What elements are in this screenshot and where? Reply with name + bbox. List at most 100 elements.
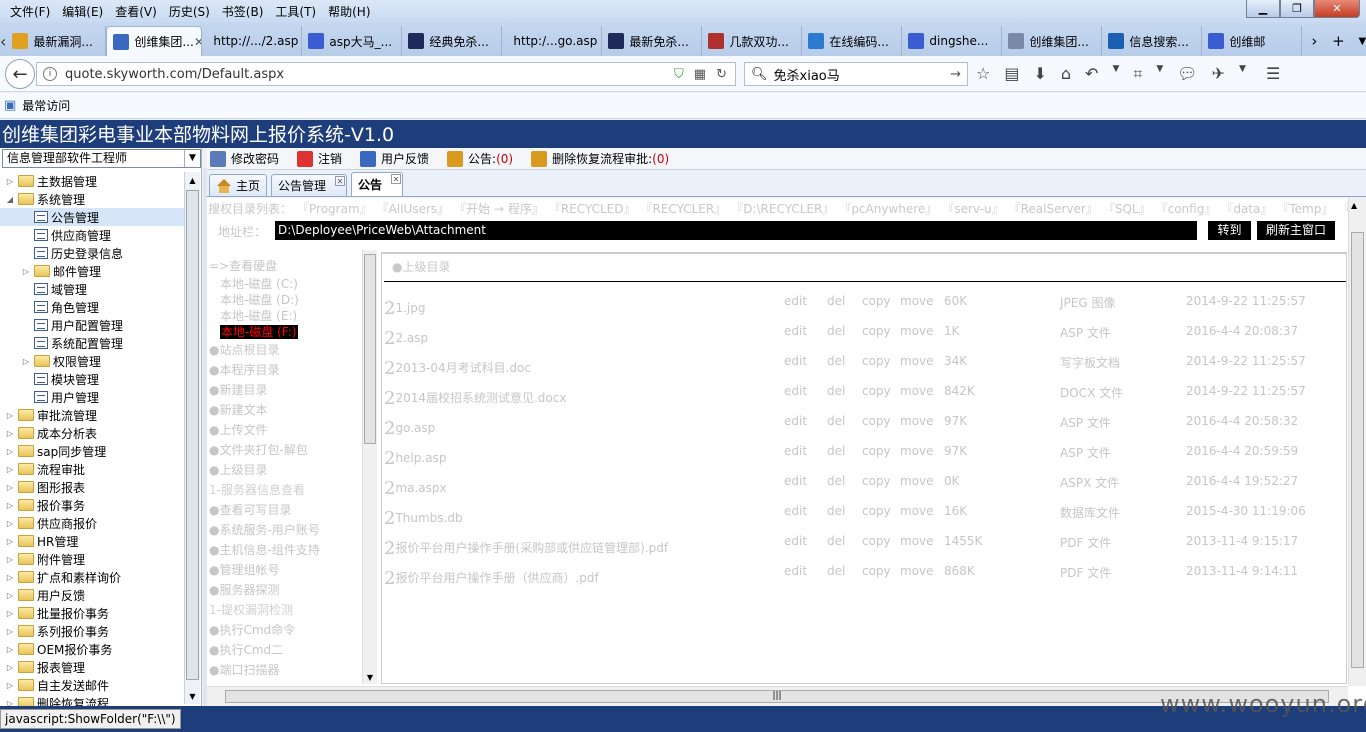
tree-node[interactable]: ▷ 报价事务 [0, 496, 184, 514]
tree-node[interactable]: ▷ HR管理 [0, 532, 184, 550]
file-name-link[interactable]: 2ma.aspx [384, 478, 447, 499]
move-link[interactable]: move [900, 564, 934, 578]
collapsed-arrow-icon[interactable]: ▷ [4, 447, 16, 456]
menu-file[interactable]: 文件(F) [4, 3, 56, 20]
collapsed-arrow-icon[interactable]: ▷ [4, 681, 16, 690]
hamburger-menu-icon[interactable]: ☰ [1266, 64, 1280, 84]
collapsed-arrow-icon[interactable]: ▷ [4, 591, 16, 600]
tree-node[interactable]: ▷ 图形报表 [0, 478, 184, 496]
tree-node[interactable]: ▷ 自主发送邮件 [0, 676, 184, 694]
browser-tab[interactable]: asp大马_... [302, 26, 403, 56]
tree-node[interactable]: ▷ 批量报价事务 [0, 604, 184, 622]
collapsed-arrow-icon[interactable]: ▷ [4, 645, 16, 654]
tree-node[interactable]: 模块管理 [0, 370, 184, 388]
copy-link[interactable]: copy [862, 474, 891, 488]
crop-icon[interactable]: ⌗ [1133, 64, 1142, 84]
back-button[interactable]: ← [5, 59, 35, 89]
tree-node[interactable]: ▷ OEM报价事务 [0, 640, 184, 658]
scroll-down-icon[interactable]: ▼ [185, 688, 200, 704]
inner-tab[interactable]: 公告 ✕ [351, 172, 404, 196]
close-tab-icon[interactable]: ✕ [335, 176, 346, 186]
drive-link[interactable]: 本地-磁盘 (C:) [209, 276, 361, 292]
shell-menu-item[interactable]: ●新建文本 [209, 400, 361, 420]
site-info-icon[interactable]: i [43, 67, 57, 81]
copy-link[interactable]: copy [862, 444, 891, 458]
edit-link[interactable]: edit [784, 474, 807, 488]
maximize-button[interactable]: ❐ [1280, 0, 1314, 18]
drive-link[interactable]: 本地-磁盘 (D:) [209, 292, 361, 308]
collapsed-arrow-icon[interactable]: ▷ [4, 519, 16, 528]
address-input[interactable]: D:\Deployee\PriceWeb\Attachment [275, 221, 1197, 240]
del-link[interactable]: del [827, 474, 845, 488]
del-link[interactable]: del [827, 294, 845, 308]
dropdown-icon[interactable]: ▼ [1239, 64, 1246, 84]
collapsed-arrow-icon[interactable]: ▷ [4, 465, 16, 474]
copy-link[interactable]: copy [862, 414, 891, 428]
browser-tab[interactable]: 最新免杀... [602, 26, 703, 56]
shell-menu-item[interactable]: ●系统服务-用户账号 [209, 520, 361, 540]
dir-shortcut-link[interactable]: 『AllUsers』 [383, 202, 449, 216]
collapsed-arrow-icon[interactable]: ▷ [4, 627, 16, 636]
shell-menu-item[interactable]: ●执行Cmd命令 [209, 620, 361, 640]
tree-node[interactable]: ▷ 成本分析表 [0, 424, 184, 442]
copy-link[interactable]: copy [862, 564, 891, 578]
url-bar[interactable]: i quote.skyworth.com/Default.aspx ⛉ ▦ ↻ [36, 62, 736, 86]
copy-link[interactable]: copy [862, 534, 891, 548]
toolbar-button[interactable]: 删除恢复流程审批: (0) [531, 150, 669, 167]
edit-link[interactable]: edit [784, 504, 807, 518]
shell-menu-item[interactable]: ●新建目录 [209, 380, 361, 400]
collapsed-arrow-icon[interactable]: ▷ [4, 555, 16, 564]
browser-tab[interactable]: 在线编码... [802, 26, 903, 56]
shell-menu-item[interactable]: ●上级目录 [209, 460, 361, 480]
edit-link[interactable]: edit [784, 384, 807, 398]
collapsed-arrow-icon[interactable]: ▷ [20, 267, 32, 276]
browser-tab[interactable]: http://.../2.asp [202, 26, 303, 56]
copy-link[interactable]: copy [862, 504, 891, 518]
toolbar-button[interactable]: 用户反馈 [360, 150, 429, 167]
inner-tab[interactable]: 公告管理 ✕ [271, 174, 348, 196]
dir-shortcut-link[interactable]: 『Temp』 [1283, 202, 1333, 216]
tab-scroll-right-icon[interactable]: › [1302, 32, 1326, 50]
reload-icon[interactable]: ↻ [716, 67, 727, 82]
dir-shortcut-link[interactable]: 『RECYCLED』 [555, 202, 636, 216]
dropdown-icon[interactable]: ▼ [1156, 64, 1163, 84]
tab-list-icon[interactable]: ▼ [1350, 36, 1366, 47]
tree-node[interactable]: ▷ 删除恢复流程 [0, 694, 184, 706]
tree-node[interactable]: 用户管理 [0, 388, 184, 406]
toolbar-button[interactable]: 公告: (0) [447, 150, 513, 167]
browser-tab[interactable]: 几款双功... [702, 26, 803, 56]
collapsed-arrow-icon[interactable]: ▷ [4, 573, 16, 582]
drive-link[interactable]: 本地-磁盘 (F:) [209, 324, 361, 340]
search-text[interactable]: 免杀xiao马 [774, 65, 840, 84]
del-link[interactable]: del [827, 324, 845, 338]
dir-shortcut-link[interactable]: 『RealServer』 [1015, 202, 1098, 216]
collapsed-arrow-icon[interactable]: ▷ [4, 501, 16, 510]
del-link[interactable]: del [827, 564, 845, 578]
collapsed-arrow-icon[interactable]: ▷ [4, 177, 16, 186]
shell-menu-item[interactable]: ●站点根目录 [209, 340, 361, 360]
tree-node[interactable]: ▷ 流程审批 [0, 460, 184, 478]
copy-link[interactable]: copy [862, 354, 891, 368]
move-link[interactable]: move [900, 534, 934, 548]
edit-link[interactable]: edit [784, 444, 807, 458]
tree-node[interactable]: ▷ 供应商报价 [0, 514, 184, 532]
search-bar[interactable]: 🔍︎ 免杀xiao马 → [744, 62, 968, 86]
tree-node[interactable]: 系统配置管理 [0, 334, 184, 352]
close-window-button[interactable]: ✕ [1314, 0, 1360, 18]
browser-tab[interactable]: 最新漏洞... [6, 26, 107, 56]
edit-link[interactable]: edit [784, 294, 807, 308]
dir-shortcut-link[interactable]: 『pcAnywhere』 [845, 202, 937, 216]
del-link[interactable]: del [827, 414, 845, 428]
edit-link[interactable]: edit [784, 564, 807, 578]
dir-shortcut-link[interactable]: 『Program』 [303, 202, 372, 216]
chevron-down-icon[interactable]: ▼ [184, 150, 200, 167]
scroll-up-icon[interactable]: ▲ [1351, 201, 1357, 210]
tree-node[interactable]: 角色管理 [0, 298, 184, 316]
shell-menu-item[interactable]: ●上传文件 [209, 420, 361, 440]
role-select[interactable]: 信息管理部软件工程师 ▼ [2, 149, 201, 168]
browser-tab[interactable]: 经典免杀... [402, 26, 503, 56]
file-name-link[interactable]: 22.asp [384, 328, 428, 349]
chat-icon[interactable]: 💬︎ [1177, 64, 1197, 84]
url-text[interactable]: quote.skyworth.com/Default.aspx [65, 67, 284, 82]
file-name-link[interactable]: 2Thumbs.db [384, 508, 463, 529]
